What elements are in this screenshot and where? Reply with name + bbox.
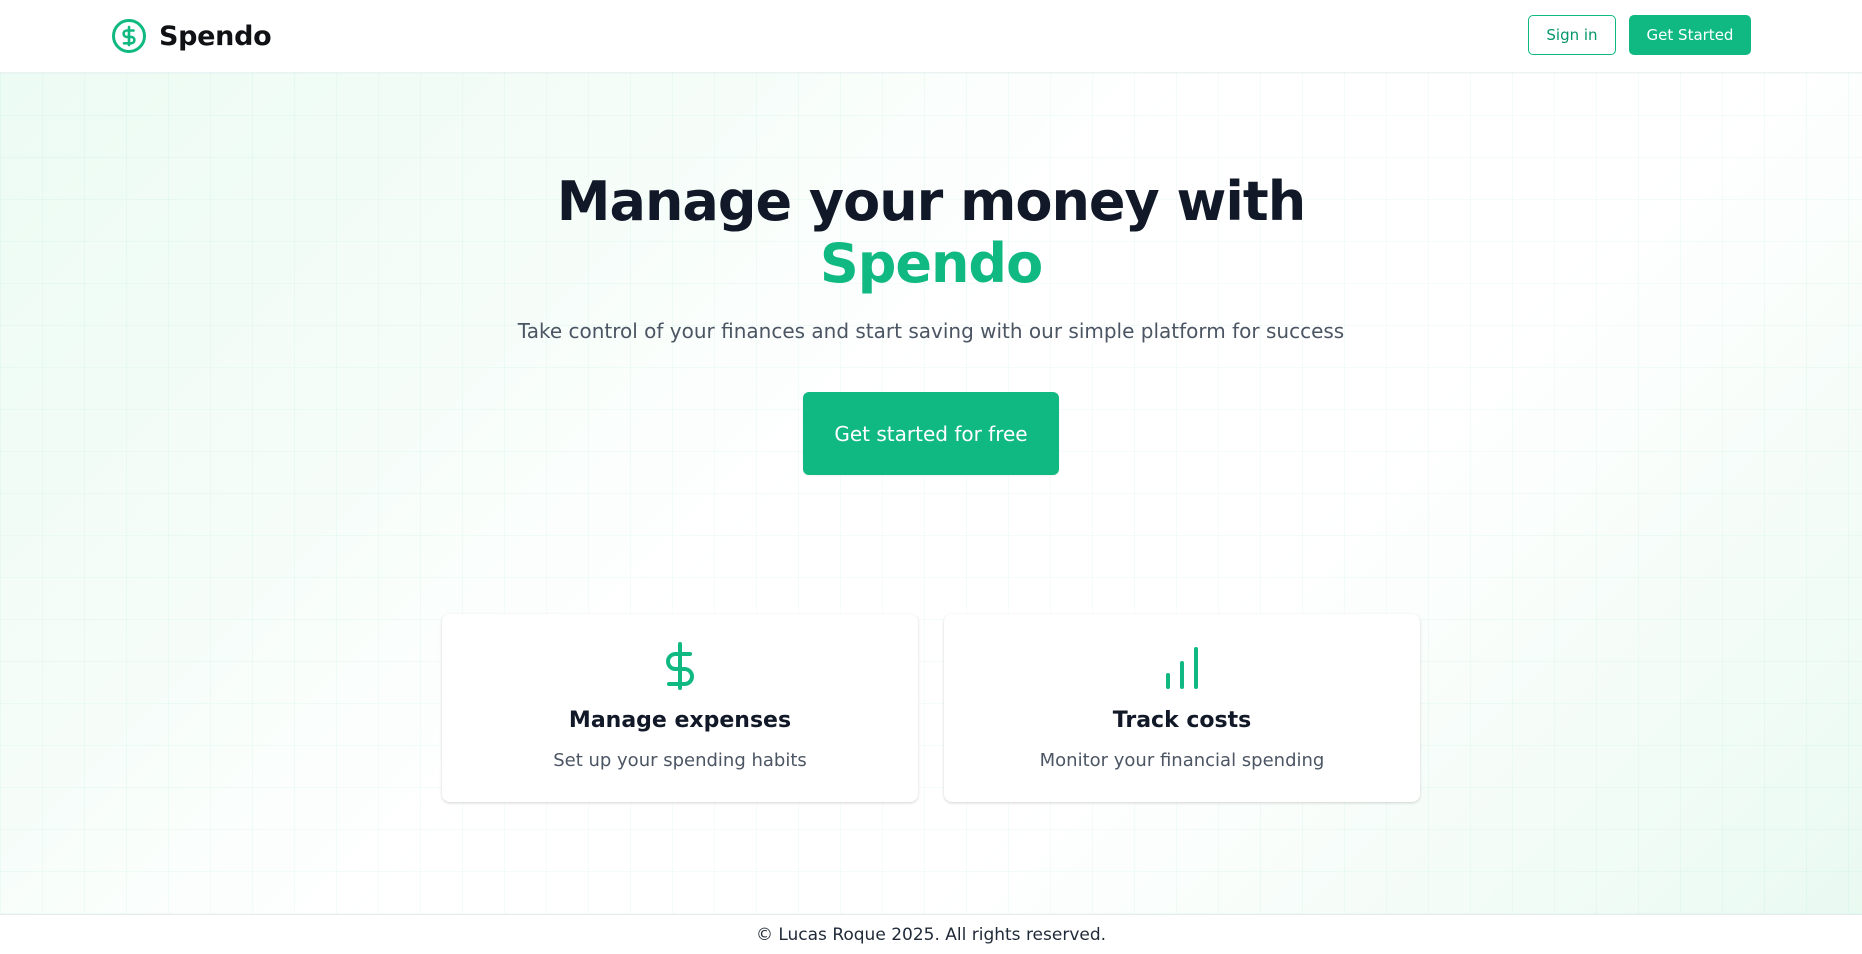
feature-card-manage-expenses: Manage expenses Set up your spending hab… [442, 614, 918, 802]
brand-name: Spendo [159, 20, 272, 52]
sign-in-button[interactable]: Sign in [1528, 15, 1616, 55]
hero-title-brand: Spendo [819, 232, 1043, 295]
hero-title-line: Manage your money with [556, 170, 1306, 233]
bar-chart-icon [1166, 647, 1198, 689]
feature-card-track-costs: Track costs Monitor your financial spend… [944, 614, 1420, 802]
hero-subtitle: Take control of your finances and start … [517, 319, 1345, 343]
get-started-button[interactable]: Get Started [1629, 15, 1751, 55]
feature-title: Manage expenses [568, 708, 792, 733]
dollar-circle-icon [112, 19, 146, 53]
hero-section: Manage your money with Spendo Take contr… [0, 73, 1862, 914]
dollar-icon [666, 642, 694, 690]
feature-description: Set up your spending habits [553, 750, 807, 771]
hero-title: Manage your money with Spendo [0, 171, 1862, 295]
copyright-text: © Lucas Roque 2025. All rights reserved. [755, 924, 1107, 945]
get-started-free-button[interactable]: Get started for free [803, 392, 1059, 475]
site-footer: © Lucas Roque 2025. All rights reserved. [0, 914, 1862, 954]
feature-title: Track costs [1112, 708, 1252, 733]
site-header: Spendo Sign in Get Started [0, 0, 1862, 73]
feature-description: Monitor your financial spending [1039, 750, 1325, 771]
brand-logo-link[interactable]: Spendo [111, 17, 272, 55]
